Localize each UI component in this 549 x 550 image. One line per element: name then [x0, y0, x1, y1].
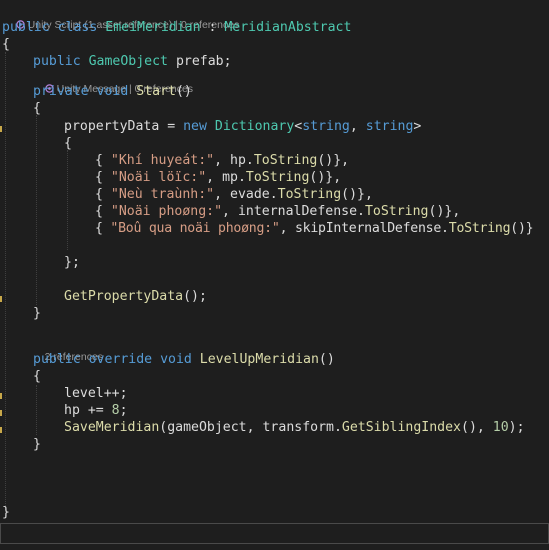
method-name: ToString — [245, 170, 310, 185]
punctuation: { — [95, 153, 111, 168]
code-line-level-increment[interactable]: level++; — [64, 385, 128, 402]
keyword: override — [88, 352, 153, 367]
code-line-close-initializer[interactable]: }; — [64, 254, 80, 271]
class-name: EmeiMeridian — [105, 20, 201, 35]
method-name: ToString — [448, 221, 511, 236]
code-line-entry[interactable]: { "Noäi löïc:", mp.ToString()}, — [95, 169, 341, 186]
code-line-open-brace[interactable]: { — [33, 368, 41, 385]
code-line-save-meridian[interactable]: SaveMeridian(gameObject, transform.GetSi… — [64, 419, 525, 436]
base-class-name: MeridianAbstract — [224, 20, 352, 35]
method-name: SaveMeridian — [64, 420, 160, 435]
code-line-class-declaration[interactable]: public class EmeiMeridian : MeridianAbst… — [2, 19, 351, 36]
punctuation: () — [318, 352, 335, 367]
punctuation: > — [413, 119, 422, 134]
code-line-entry[interactable]: { "Khí huyeát:", hp.ToString()}, — [95, 152, 349, 169]
variable: skipInternalDefense. — [294, 221, 449, 236]
code-line-entry[interactable]: { "Neù traùnh:", evade.ToString()}, — [95, 186, 373, 203]
code-editor[interactable]: Unity Script (1 asset reference) | 0 ref… — [0, 0, 549, 550]
punctuation: { — [95, 187, 111, 202]
punctuation: { — [95, 170, 111, 185]
method-name: ToString — [253, 153, 318, 168]
code-line-close-brace[interactable]: } — [2, 504, 10, 521]
code-line-entry[interactable]: { "Boû qua noäi phoøng:", skipInternalDe… — [95, 220, 534, 237]
punctuation: : — [200, 20, 225, 35]
punctuation: (); — [183, 289, 207, 304]
code-line-start-method[interactable]: private void Start() — [33, 83, 192, 100]
punctuation: ()}, — [309, 170, 342, 185]
keyword: string — [302, 119, 350, 134]
method-name: Start — [136, 84, 176, 99]
change-marker — [0, 296, 2, 302]
field-name: prefab; — [168, 54, 232, 69]
string-literal: "Neù traùnh:" — [110, 187, 215, 202]
current-line-highlight[interactable] — [0, 523, 549, 544]
keyword: class — [57, 20, 98, 35]
punctuation: ()} — [510, 221, 534, 236]
indent-guide — [36, 115, 37, 305]
string-literal: "Khí huyeát:" — [110, 153, 215, 168]
variable: hp. — [230, 153, 254, 168]
code-line-open-brace[interactable]: { — [64, 135, 72, 152]
method-name: LevelUpMeridian — [199, 352, 319, 367]
keyword: public — [2, 20, 50, 35]
number-literal: 10 — [492, 420, 509, 435]
punctuation: , — [206, 170, 223, 185]
punctuation: , — [214, 187, 230, 202]
code-line-hp-add[interactable]: hp += 8; — [64, 402, 128, 419]
string-literal: "Noäi löïc:" — [110, 170, 207, 185]
indent-guide — [5, 52, 6, 518]
punctuation: , — [222, 204, 238, 219]
change-marker — [0, 427, 2, 433]
keyword: void — [96, 84, 129, 99]
code-line-property-data[interactable]: propertyData = new Dictionary<string, st… — [64, 118, 421, 135]
keyword: new — [183, 119, 207, 134]
method-name: GetPropertyData — [64, 289, 184, 304]
punctuation: { — [95, 204, 111, 219]
punctuation: ; — [119, 403, 128, 418]
code-line-levelup-method[interactable]: public override void LevelUpMeridian() — [33, 351, 335, 368]
code-line-get-property-data[interactable]: GetPropertyData(); — [64, 288, 207, 305]
indent-guide — [36, 385, 37, 435]
keyword: void — [160, 352, 192, 367]
statement: hp += — [64, 403, 112, 418]
code-line-close-brace[interactable]: } — [33, 305, 41, 322]
keyword: public — [33, 352, 81, 367]
change-marker — [0, 410, 2, 416]
variable: evade. — [230, 187, 278, 202]
punctuation: ); — [508, 420, 525, 435]
change-marker — [0, 393, 2, 399]
punctuation: ()}, — [341, 187, 373, 202]
code-line-entry[interactable]: { "Noäi phoøng:", internalDefense.ToStri… — [95, 203, 460, 220]
string-literal: "Boû qua noäi phoøng:" — [110, 221, 280, 236]
code-line-open-brace[interactable]: { — [33, 100, 41, 117]
type-name: Dictionary — [214, 119, 295, 134]
arguments: (), — [461, 420, 493, 435]
code-line-close-brace[interactable]: } — [33, 436, 41, 453]
code-line-open-brace[interactable]: { — [2, 36, 10, 53]
method-name: ToString — [277, 187, 342, 202]
variable: propertyData = — [64, 119, 184, 134]
punctuation: , — [279, 221, 295, 236]
punctuation: () — [175, 84, 192, 99]
variable: mp. — [222, 170, 246, 185]
string-literal: "Noäi phoøng:" — [110, 204, 223, 219]
keyword: public — [33, 54, 81, 69]
punctuation: ()}, — [428, 204, 461, 219]
indent-guide — [67, 150, 68, 250]
method-name: GetSiblingIndex — [341, 420, 461, 435]
arguments: (gameObject, transform. — [159, 420, 342, 435]
variable: internalDefense. — [237, 204, 365, 219]
keyword: private — [33, 84, 89, 99]
punctuation: , — [214, 153, 230, 168]
keyword: string — [365, 119, 414, 134]
method-name: ToString — [364, 204, 429, 219]
punctuation: , — [349, 119, 366, 134]
punctuation: { — [95, 221, 111, 236]
punctuation: ()}, — [317, 153, 350, 168]
change-marker — [0, 126, 2, 132]
number-literal: 8 — [111, 403, 120, 418]
type-name: GameObject — [88, 54, 168, 69]
code-line-field-prefab[interactable]: public GameObject prefab; — [33, 53, 232, 70]
